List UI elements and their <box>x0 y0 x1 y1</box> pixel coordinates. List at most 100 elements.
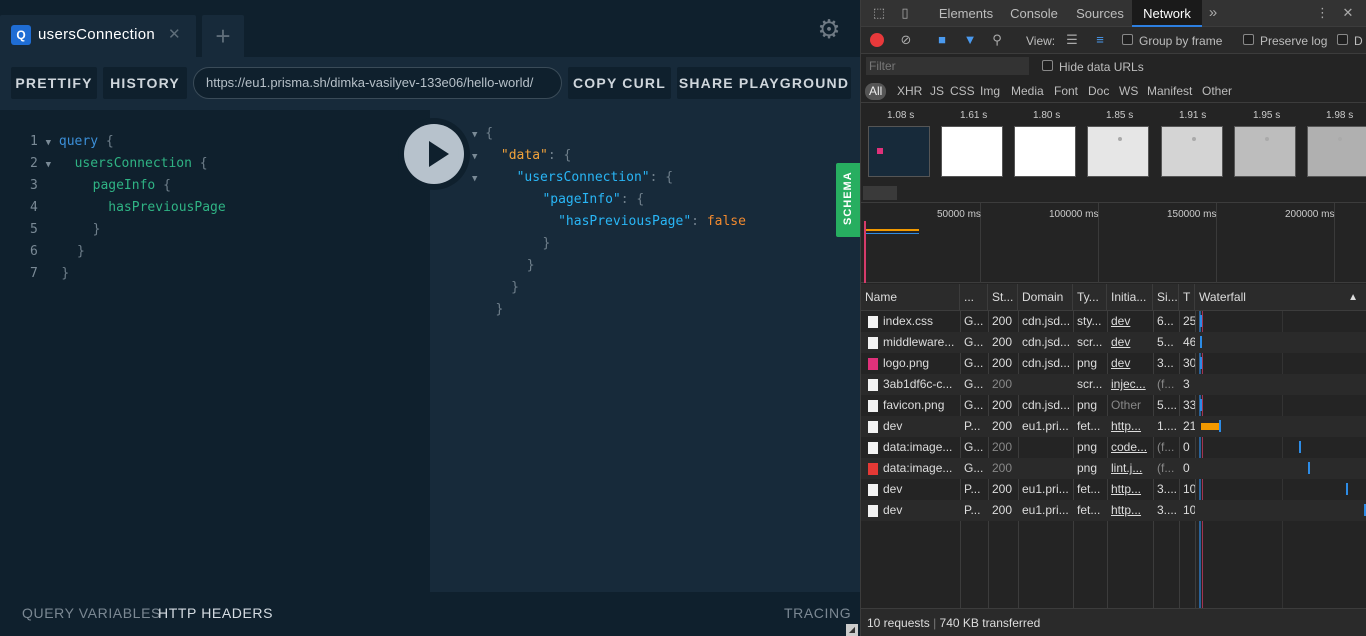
col-status[interactable]: St... <box>988 284 1018 311</box>
cell-initiator[interactable]: injec... <box>1107 374 1153 395</box>
filmstrip-frame[interactable] <box>1014 126 1076 177</box>
table-row[interactable]: dev P... 200 eu1.pri... fet... http... 3.... 10 <box>861 500 1366 521</box>
tab-users-connection[interactable]: Q usersConnection ✕ <box>0 15 196 57</box>
col-size[interactable]: Si... <box>1153 284 1179 311</box>
type-filter-other[interactable]: Other <box>1202 83 1232 100</box>
cell-name: favicon.png <box>883 398 945 412</box>
disable-cache-checkbox[interactable] <box>1337 34 1348 45</box>
endpoint-url-input[interactable]: https://eu1.prisma.sh/dimka-vasilyev-133… <box>193 67 562 99</box>
close-icon[interactable]: ✕ <box>168 27 181 42</box>
screenshot-camera-icon[interactable]: ■ <box>934 32 950 48</box>
execute-query-button[interactable] <box>398 118 470 190</box>
cell-domain: cdn.jsd... <box>1022 356 1071 370</box>
cell-initiator[interactable]: code... <box>1107 437 1153 458</box>
cell-initiator[interactable]: lint.j... <box>1107 458 1153 479</box>
table-row[interactable]: data:image... G... 200 png lint.j... (f... 0 <box>861 458 1366 479</box>
cell-type: png <box>1077 440 1098 454</box>
col-method[interactable]: ... <box>960 284 988 311</box>
close-icon[interactable]: ✕ <box>1341 5 1355 21</box>
filmstrip-frame[interactable] <box>1087 126 1149 177</box>
gear-icon[interactable]: ⚙ <box>815 15 843 43</box>
cell-initiator[interactable]: dev <box>1107 311 1153 332</box>
schema-tab[interactable]: SCHEMA <box>836 163 860 237</box>
group-by-frame-label: Group by frame <box>1139 34 1223 48</box>
clear-icon[interactable]: ⊘ <box>898 32 914 48</box>
filter-icon[interactable]: ▼ <box>962 32 978 48</box>
filmstrip-scrollbar[interactable] <box>863 186 897 200</box>
http-headers-tab[interactable]: HTTP HEADERS <box>158 605 273 621</box>
tab-network[interactable]: Network <box>1132 0 1202 27</box>
type-filter-img[interactable]: Img <box>980 83 1000 100</box>
col-type[interactable]: Ty... <box>1073 284 1107 311</box>
tab-console[interactable]: Console <box>1003 0 1065 27</box>
group-by-frame-checkbox[interactable] <box>1122 34 1133 45</box>
cell-initiator[interactable]: http... <box>1107 500 1153 521</box>
inspect-element-icon[interactable]: ⬚ <box>871 5 887 21</box>
table-row[interactable]: dev P... 200 eu1.pri... fet... http... 3.... 10 <box>861 479 1366 500</box>
cell-time: 46 <box>1183 335 1195 349</box>
col-time[interactable]: T <box>1179 284 1195 311</box>
resize-handle-icon[interactable]: ◢ <box>846 624 858 636</box>
table-row[interactable]: favicon.png G... 200 cdn.jsd... png Other 5...… <box>861 395 1366 416</box>
cell-initiator[interactable]: Other <box>1107 395 1153 416</box>
tab-sources[interactable]: Sources <box>1069 0 1131 27</box>
search-icon[interactable]: ⚲ <box>989 32 1005 48</box>
table-row[interactable]: dev P... 200 eu1.pri... fet... http... 1.... 21 <box>861 416 1366 437</box>
result-line: } <box>495 302 504 317</box>
filmstrip-frame[interactable] <box>1234 126 1296 177</box>
file-icon <box>868 421 878 433</box>
type-filter-media[interactable]: Media <box>1011 83 1044 100</box>
kebab-menu-icon[interactable]: ⋮ <box>1316 5 1329 21</box>
filmstrip-frame[interactable] <box>941 126 1003 177</box>
col-waterfall[interactable]: Waterfall ▲ <box>1195 284 1366 311</box>
cell-initiator[interactable]: dev <box>1107 353 1153 374</box>
network-status-bar: 10 requests | 740 KB transferred <box>861 608 1366 636</box>
query-variables-tab[interactable]: QUERY VARIABLES <box>22 605 161 621</box>
type-filter-xhr[interactable]: XHR <box>897 83 922 100</box>
preserve-log-checkbox[interactable] <box>1243 34 1254 45</box>
waterfall-view-icon[interactable]: ≡ <box>1092 32 1108 48</box>
waterfall-bar <box>1200 315 1202 327</box>
col-name[interactable]: Name <box>861 284 960 311</box>
type-filter-js[interactable]: JS <box>930 83 944 100</box>
add-tab-button[interactable]: + <box>202 15 244 57</box>
type-filter-all[interactable]: All <box>865 83 887 100</box>
query-editor[interactable]: 1 ▼ query { 2 ▼ usersConnection { 3 page… <box>0 110 430 592</box>
list-view-icon[interactable]: ☰ <box>1064 32 1080 48</box>
type-filter-css[interactable]: CSS <box>950 83 975 100</box>
type-filter-manifest[interactable]: Manifest <box>1147 83 1192 100</box>
cell-name: middleware... <box>883 335 955 349</box>
record-icon[interactable] <box>870 33 884 47</box>
type-filter-font[interactable]: Font <box>1054 83 1078 100</box>
table-row[interactable]: 3ab1df6c-c... G... 200 scr... injec... (f... 3 <box>861 374 1366 395</box>
timeline-overview[interactable]: 50000 ms 100000 ms 150000 ms 200000 ms <box>861 203 1366 283</box>
filmstrip-frame[interactable] <box>1161 126 1223 177</box>
table-row[interactable]: middleware... G... 200 cdn.jsd... scr... dev 5… <box>861 332 1366 353</box>
table-row[interactable]: index.css G... 200 cdn.jsd... sty... dev 6... 2… <box>861 311 1366 332</box>
tab-title: usersConnection <box>38 26 156 43</box>
cell-initiator[interactable]: http... <box>1107 416 1153 437</box>
copy-curl-button[interactable]: COPY CURL <box>568 67 671 99</box>
col-domain[interactable]: Domain <box>1018 284 1073 311</box>
table-row[interactable]: data:image... G... 200 png code... (f... 0 <box>861 437 1366 458</box>
col-initiator[interactable]: Initia... <box>1107 284 1153 311</box>
history-button[interactable]: HISTORY <box>103 67 187 99</box>
hide-data-urls-checkbox[interactable] <box>1042 60 1053 71</box>
cell-initiator[interactable]: http... <box>1107 479 1153 500</box>
more-tabs-icon[interactable]: » <box>1205 5 1221 21</box>
filmstrip-frame[interactable] <box>868 126 930 177</box>
cell-type: png <box>1077 461 1098 475</box>
table-row[interactable]: logo.png G... 200 cdn.jsd... png dev 3... 30 <box>861 353 1366 374</box>
filter-input[interactable]: Filter <box>866 57 1029 75</box>
prettify-button[interactable]: PRETTIFY <box>11 67 97 99</box>
tracing-tab[interactable]: TRACING <box>784 605 851 621</box>
device-toolbar-icon[interactable]: ▯ <box>897 5 913 21</box>
cell-name: index.css <box>883 314 934 328</box>
cell-type: sty... <box>1077 314 1102 328</box>
tab-elements[interactable]: Elements <box>933 0 999 27</box>
share-playground-button[interactable]: SHARE PLAYGROUND <box>677 67 851 99</box>
type-filter-ws[interactable]: WS <box>1119 83 1138 100</box>
filmstrip-frame[interactable] <box>1307 126 1366 177</box>
cell-initiator[interactable]: dev <box>1107 332 1153 353</box>
type-filter-doc[interactable]: Doc <box>1088 83 1109 100</box>
